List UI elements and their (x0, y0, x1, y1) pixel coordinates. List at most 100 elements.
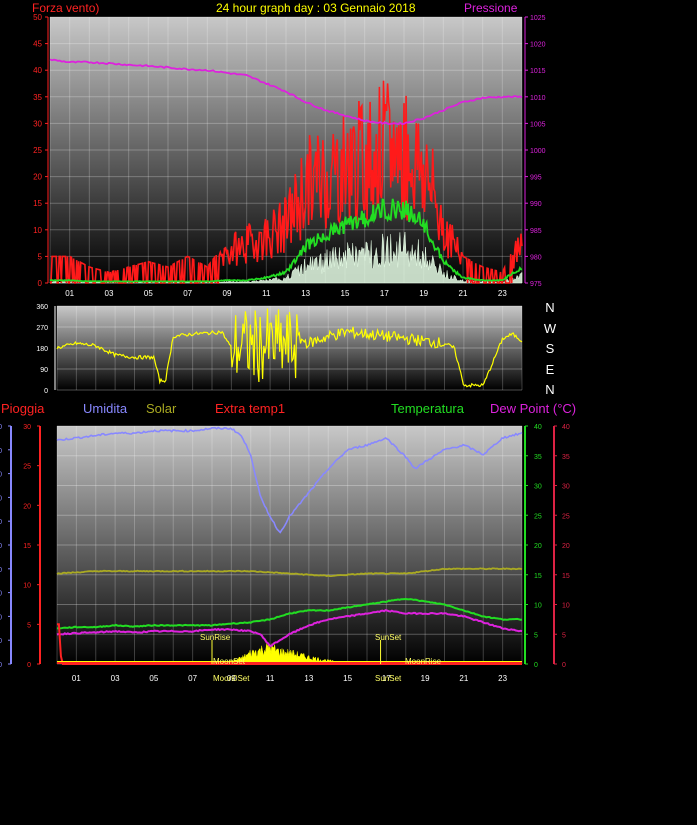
legend-solar: Solar (146, 401, 177, 416)
axis-tick-label: 10 (562, 603, 570, 610)
axis-tick-label: 70 (0, 495, 2, 502)
axis-tick-label: 10 (534, 603, 542, 610)
wind-tick-label: 25 (33, 146, 42, 155)
legend-temperature: Temperatura (391, 401, 464, 416)
main-x-tick-label: 13 (304, 674, 313, 683)
axis-tick-label: 100 (0, 424, 2, 431)
pressure-tick-label: 990 (530, 201, 542, 208)
moonrise-label: MoonRise (405, 657, 442, 666)
axis-tick-label: 25 (534, 513, 542, 520)
wind-tick-label: 35 (33, 93, 42, 102)
sunset-label: SunSet (375, 633, 402, 642)
wind-tick-label: 15 (33, 199, 42, 208)
compass-s: S (545, 341, 555, 356)
main-x-tick-label: 21 (459, 674, 468, 683)
axis-tick-label: 35 (562, 454, 570, 461)
axis-tick-label: 30 (0, 591, 2, 598)
axis-tick-label: 0 (27, 662, 31, 669)
pressure-tick-label: 985 (530, 228, 542, 235)
pressure-tick-label: 1010 (530, 95, 546, 102)
wind-tick-label: 20 (33, 173, 42, 182)
axis-tick-label: 5 (534, 632, 538, 639)
axis-tick-label: 90 (0, 448, 2, 455)
legend-dewpoint: Dew Point (°C) (490, 401, 577, 416)
wind-tick-label: 5 (38, 252, 43, 261)
axis-tick-label: 20 (562, 543, 570, 550)
sunrise-tick-label: Moon0Set (213, 674, 250, 683)
axis-tick-label: 35 (534, 454, 542, 461)
wind-x-tick-label: 17 (380, 289, 389, 298)
axis-tick-label: 40 (0, 567, 2, 574)
wind-x-tick-label: 19 (419, 289, 428, 298)
wind-x-tick-label: 01 (65, 289, 74, 298)
wind-tick-label: 30 (33, 119, 42, 128)
legend-extra-temp: Extra temp1 (215, 401, 286, 416)
page-title: 24 hour graph day : 03 Gennaio 2018 (216, 1, 416, 15)
legend-rain: Pioggia (1, 401, 45, 416)
main-x-tick-label: 23 (498, 674, 507, 683)
wind-x-tick-label: 21 (459, 289, 468, 298)
wind-tick-label: 45 (33, 40, 42, 49)
compass-labels: N W S E N (543, 298, 557, 401)
direction-tick-label: 360 (36, 304, 48, 311)
axis-tick-label: 80 (0, 472, 2, 479)
axis-tick-label: 20 (534, 543, 542, 550)
wind-tick-label: 0 (38, 279, 43, 288)
axis-tick-label: 40 (562, 424, 570, 431)
header-wind-label: Forza vento) (32, 1, 100, 15)
axis-tick-label: 30 (562, 484, 570, 491)
wind-x-tick-label: 09 (223, 289, 232, 298)
pressure-tick-label: 1000 (530, 148, 546, 155)
wind-x-tick-label: 07 (183, 289, 192, 298)
wind-x-tick-label: 23 (498, 289, 507, 298)
compass-n-bottom: N (545, 382, 555, 397)
main-x-tick-label: 03 (111, 674, 120, 683)
axis-tick-label: 5 (562, 632, 566, 639)
pressure-tick-label: 1025 (530, 15, 546, 22)
direction-tick-label: 90 (40, 367, 48, 374)
axis-tick-label: 25 (23, 464, 31, 471)
direction-tick-label: 0 (44, 388, 48, 395)
axis-tick-label: 15 (23, 543, 31, 550)
axis-tick-label: 40 (534, 424, 542, 431)
wind-x-tick-label: 15 (341, 289, 350, 298)
axis-tick-label: 5 (27, 622, 31, 629)
pressure-tick-label: 975 (530, 281, 542, 288)
sunrise-label: SunRise (200, 633, 231, 642)
wind-tick-label: 40 (33, 66, 42, 75)
compass-w: W (543, 320, 557, 336)
axis-tick-label: 10 (23, 583, 31, 590)
wind-x-tick-label: 03 (105, 289, 114, 298)
direction-tick-label: 180 (36, 346, 48, 353)
compass-e: E (545, 361, 555, 377)
axis-tick-label: 15 (562, 573, 570, 580)
axis-tick-label: 15 (534, 573, 542, 580)
pressure-tick-label: 995 (530, 175, 542, 182)
moonset-label: MoonSet (213, 657, 246, 666)
main-x-tick-label: 19 (421, 674, 430, 683)
pressure-tick-label: 1015 (530, 68, 546, 75)
axis-tick-label: 60 (0, 519, 2, 526)
wind-x-tick-label: 11 (262, 289, 271, 298)
main-x-tick-label: 01 (72, 674, 81, 683)
axis-tick-label: 0 (562, 662, 566, 669)
pressure-tick-label: 980 (530, 254, 542, 261)
axis-tick-label: 30 (23, 424, 31, 431)
compass-n-top: N (545, 300, 555, 315)
direction-tick-label: 270 (36, 325, 48, 332)
axis-tick-label: 50 (0, 543, 2, 550)
pressure-tick-label: 1020 (530, 42, 546, 49)
axis-tick-label: 30 (534, 484, 542, 491)
axis-tick-label: 0 (534, 662, 538, 669)
header-pressure-label: Pressione (464, 1, 518, 15)
axis-tick-label: 20 (0, 614, 2, 621)
pressure-tick-label: 1005 (530, 121, 546, 128)
main-x-tick-label: 05 (149, 674, 158, 683)
sunset-tick-label: SunSet (375, 674, 402, 683)
axis-tick-label: 10 (0, 638, 2, 645)
main-x-tick-label: 11 (266, 674, 275, 683)
main-x-tick-label: 15 (343, 674, 352, 683)
wind-x-tick-label: 13 (301, 289, 310, 298)
axis-tick-label: 25 (562, 513, 570, 520)
main-x-tick-label: 07 (188, 674, 197, 683)
